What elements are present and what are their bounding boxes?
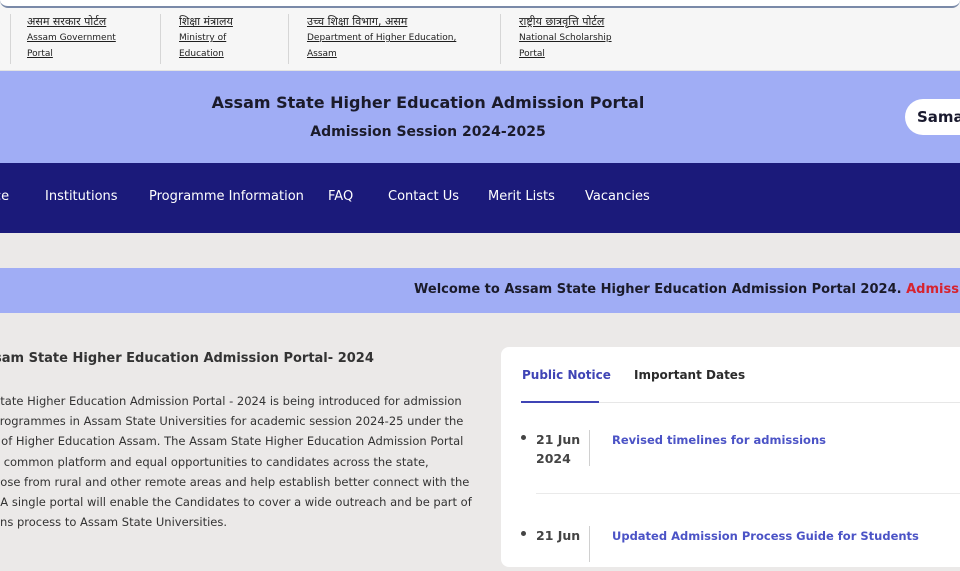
date-divider [589, 526, 590, 562]
link-english-label: Portal [27, 49, 53, 59]
ticker-welcome: Welcome to Assam State Higher Education … [414, 282, 902, 297]
notice-date: 21 Jun [536, 526, 592, 545]
date-divider [589, 430, 590, 466]
link-hindi-label: राष्ट्रीय छात्रवृत्ति पोर्टल [519, 15, 605, 28]
link-national-scholarship-portal[interactable]: राष्ट्रीय छात्रवृत्ति पोर्टल National Sc… [519, 14, 612, 62]
nav-item-institutions[interactable]: Institutions [45, 189, 118, 204]
nav-item-vacancies[interactable]: Vacancies [585, 189, 650, 204]
about-line: a common platform and equal opportunitie… [0, 454, 429, 469]
tab-public-notice[interactable]: Public Notice [522, 368, 611, 382]
active-tab-indicator [521, 401, 599, 403]
notice-date: 21 Jun 2024 [536, 430, 592, 468]
nav-item-programme-information[interactable]: Programme Information [149, 189, 304, 204]
about-line: State Higher Education Admission Portal … [0, 394, 462, 408]
divider [500, 14, 501, 64]
list-item: 21 Jun 2024 Revised timelines for admiss… [521, 430, 960, 475]
link-hindi-label: उच्च शिक्षा विभाग, असम [307, 15, 408, 28]
notice-link[interactable]: Revised timelines for admissions [612, 433, 826, 447]
main-nav: ce Institutions Programme Information FA… [0, 163, 960, 233]
nav-item-contact-us[interactable]: Contact Us [388, 189, 459, 204]
ticker-text: Welcome to Assam State Higher Education … [414, 282, 960, 297]
notice-link[interactable]: Updated Admission Process Guide for Stud… [612, 529, 919, 543]
nav-item-merit-lists[interactable]: Merit Lists [488, 189, 555, 204]
link-ministry-of-education[interactable]: शिक्षा मंत्रालय Ministry of Education [179, 14, 233, 62]
nav-item-faq[interactable]: FAQ [328, 189, 353, 204]
link-hindi-label: शिक्षा मंत्रालय [179, 15, 233, 28]
samarth-button[interactable]: Sama [905, 99, 960, 135]
about-line: t of Higher Education Assam. The Assam S… [0, 434, 464, 449]
link-assam-government-portal[interactable]: असम सरकार पोर्टल Assam Government Portal [27, 14, 116, 62]
link-english-label: Portal [519, 49, 545, 59]
link-english-label: National Scholarship [519, 33, 612, 43]
notice-date-day: 21 Jun [536, 432, 581, 447]
about-line: . A single portal will enable the Candid… [0, 495, 472, 510]
notices-panel: Public Notice Important Dates 21 Jun 202… [501, 347, 960, 567]
ticker-highlight[interactable]: Admission Proces [906, 282, 960, 297]
divider [160, 14, 161, 64]
link-english-label: Assam [307, 49, 337, 59]
bullet-icon [521, 435, 526, 440]
top-links-bar: असम सरकार पोर्टल Assam Government Portal… [0, 0, 960, 71]
notice-date-year: 2024 [536, 451, 571, 466]
link-english-label: Department of Higher Education, [307, 33, 457, 43]
about-line: ons process to Assam State Universities. [0, 515, 227, 530]
link-department-higher-education[interactable]: उच्च शिक्षा विभाग, असम Department of Hig… [307, 14, 456, 62]
divider [10, 14, 11, 64]
samarth-button-label: Sama [917, 108, 960, 126]
link-english-label: Ministry of [179, 33, 227, 43]
link-english-label: Assam Government [27, 33, 116, 43]
tab-important-dates[interactable]: Important Dates [634, 368, 745, 382]
about-line: Programmes in Assam State Universities f… [0, 414, 464, 429]
welcome-ticker: Welcome to Assam State Higher Education … [0, 268, 960, 313]
admission-session: Admission Session 2024-2025 [310, 124, 546, 140]
about-title: sam State Higher Education Admission Por… [0, 351, 374, 366]
about-paragraph: State Higher Education Admission Portal … [0, 391, 472, 532]
link-english-label: Education [179, 49, 224, 59]
bullet-icon [521, 531, 526, 536]
about-line: hose from rural and other remote areas a… [0, 474, 470, 489]
divider [288, 14, 289, 64]
link-hindi-label: असम सरकार पोर्टल [27, 15, 107, 28]
nav-item-partial[interactable]: ce [0, 189, 9, 204]
top-accent-line [0, 0, 960, 8]
portal-title: Assam State Higher Education Admission P… [211, 93, 645, 112]
notice-date-day: 21 Jun [536, 528, 581, 543]
header-banner: Assam State Higher Education Admission P… [0, 71, 960, 163]
list-item: 21 Jun Updated Admission Process Guide f… [521, 526, 960, 571]
notice-separator [536, 493, 960, 494]
